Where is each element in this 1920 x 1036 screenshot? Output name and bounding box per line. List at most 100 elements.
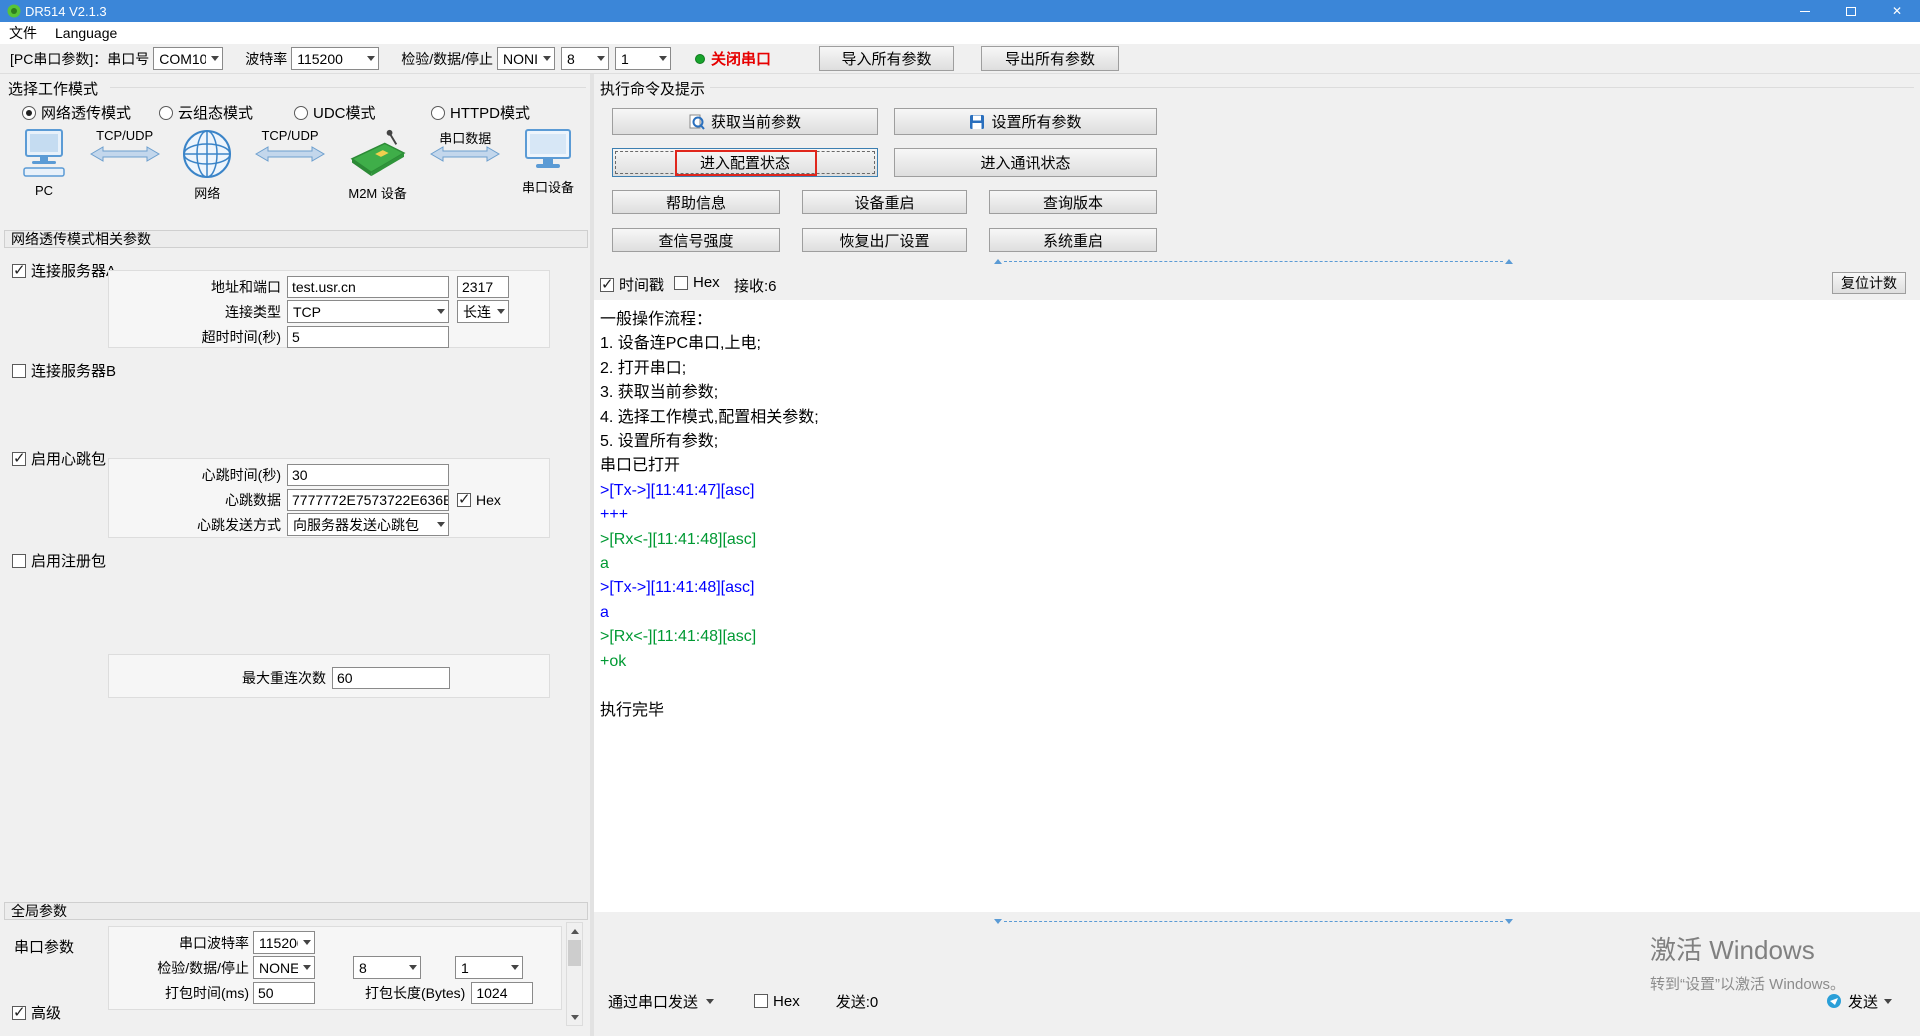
pack-time-label: 打包时间(ms) xyxy=(109,983,249,1003)
diagram-serial-device-node: 串口设备 xyxy=(522,128,574,196)
hb-time-input[interactable]: 30 xyxy=(287,464,449,486)
baud-label: 波特率 xyxy=(245,49,287,69)
global-stopbits-select[interactable]: 1 xyxy=(455,956,523,979)
log-line: +ok xyxy=(600,650,1914,674)
serial-device-label: 串口设备 xyxy=(522,177,574,196)
global-parity-select[interactable]: NONE xyxy=(253,956,315,979)
max-reconnect-label: 最大重连次数 xyxy=(109,668,326,688)
diagram-link3: 串口数据 xyxy=(430,128,500,162)
log-line: +++ xyxy=(600,503,1914,527)
pack-len-input[interactable]: 1024 xyxy=(471,982,533,1004)
log-line: 串口已打开 xyxy=(600,454,1914,478)
reset-count-button[interactable]: 复位计数 xyxy=(1832,272,1906,294)
radio-row-item: 网络透传模式 xyxy=(22,102,159,123)
baud-select[interactable]: 115200 xyxy=(291,47,379,70)
enter-comm-button[interactable]: 进入通讯状态 xyxy=(894,148,1157,177)
conn-type-label: 连接类型 xyxy=(109,302,281,322)
net-params-header[interactable]: 网络透传模式相关参数 xyxy=(4,230,588,248)
export-params-button[interactable]: 导出所有参数 xyxy=(981,46,1119,71)
tx-hex-checkbox[interactable] xyxy=(754,994,768,1008)
close-button[interactable]: ✕ xyxy=(1874,0,1920,22)
menu-file[interactable]: 文件 xyxy=(0,23,46,43)
right-panel: 执行命令及提示 获取当前参数 设置所有参数 进入配置状态 进入通讯状态 xyxy=(594,74,1920,1036)
radio-net-transparent[interactable] xyxy=(22,106,36,120)
log-line: >[Tx->][11:41:47][asc] xyxy=(600,479,1914,503)
timestamp-checkbox[interactable] xyxy=(600,278,614,292)
log-line: 4. 选择工作模式,配置相关参数; xyxy=(600,406,1914,430)
tx-count: 发送:0 xyxy=(836,991,879,1012)
log-collapse-splitter-bottom[interactable] xyxy=(992,916,1515,926)
hb-time-label: 心跳时间(秒) xyxy=(109,465,281,485)
send-via-select[interactable]: 通过串口发送 xyxy=(602,989,720,1014)
conn-mode-select[interactable]: 长连 xyxy=(457,300,509,323)
com-port-select[interactable]: COM10 xyxy=(153,47,223,70)
minimize-button[interactable] xyxy=(1782,0,1828,22)
server-a-checkbox[interactable] xyxy=(12,264,26,278)
hb-hex-label: Hex xyxy=(476,492,501,508)
dropdown-arrow-icon xyxy=(659,56,667,61)
link1-label: TCP/UDP xyxy=(96,128,153,146)
hb-hex-checkbox[interactable] xyxy=(457,493,471,507)
pack-time-input[interactable]: 50 xyxy=(253,982,315,1004)
frame-label: 检验/数据/停止 xyxy=(401,49,493,69)
menu-language[interactable]: Language xyxy=(46,25,126,41)
radio-httpd-mode[interactable] xyxy=(431,106,445,120)
global-databits-select[interactable]: 8 xyxy=(353,956,421,979)
rx-hex-checkbox[interactable] xyxy=(674,276,688,290)
stopbits-select[interactable]: 1 xyxy=(615,47,671,70)
close-serial-button[interactable]: 关闭串口 xyxy=(687,45,779,72)
max-reconnect-box: 最大重连次数 60 xyxy=(108,654,550,698)
pc-label: PC xyxy=(35,183,53,198)
scroll-up-icon[interactable] xyxy=(567,923,582,939)
factory-reset-button[interactable]: 恢复出厂设置 xyxy=(802,228,967,252)
import-params-button[interactable]: 导入所有参数 xyxy=(819,46,954,71)
global-params-header[interactable]: 全局参数 xyxy=(4,902,588,920)
group-divider xyxy=(110,87,586,88)
left-panel-scrollbar[interactable] xyxy=(566,922,583,1026)
server-b-checkbox[interactable] xyxy=(12,364,26,378)
diagram-link2: TCP/UDP xyxy=(255,128,325,162)
scroll-down-icon[interactable] xyxy=(567,1009,582,1025)
max-reconnect-input[interactable]: 60 xyxy=(332,667,450,689)
send-bar: 通过串口发送 Hex 发送:0 发送 xyxy=(594,984,1920,1018)
server-address-input[interactable]: test.usr.cn xyxy=(287,276,449,298)
parity-select[interactable]: NONI xyxy=(497,47,555,70)
log-line: 执行完毕 xyxy=(600,699,1914,723)
server-port-input[interactable]: 2317 xyxy=(457,276,509,298)
radio-udc-mode[interactable] xyxy=(294,106,308,120)
maximize-button[interactable] xyxy=(1828,0,1874,22)
tx-hex-row: Hex xyxy=(754,993,800,1010)
send-button[interactable]: 发送 xyxy=(1820,988,1898,1015)
left-panel: 选择工作模式 网络透传模式 云组态模式 UDC模式 HTTPD模式 xyxy=(4,74,590,1036)
m2m-label: M2M 设备 xyxy=(348,183,407,202)
collapse-arrow-icon xyxy=(1505,259,1513,264)
set-params-button[interactable]: 设置所有参数 xyxy=(894,108,1157,135)
hb-data-input[interactable]: 7777772E7573722E636E xyxy=(287,489,449,511)
diagram-m2m-node: M2M 设备 xyxy=(347,128,409,202)
databits-select[interactable]: 8 xyxy=(561,47,609,70)
receive-log-area[interactable]: 一般操作流程：1. 设备连PC串口,上电;2. 打开串口;3. 获取当前参数;4… xyxy=(594,300,1920,912)
enter-config-button[interactable]: 进入配置状态 xyxy=(612,148,878,177)
system-reboot-button[interactable]: 系统重启 xyxy=(989,228,1157,252)
global-baud-select[interactable]: 115200 xyxy=(253,931,315,954)
scrollbar-thumb[interactable] xyxy=(568,940,581,966)
query-version-button[interactable]: 查询版本 xyxy=(989,190,1157,214)
get-params-button[interactable]: 获取当前参数 xyxy=(612,108,878,135)
heartbeat-checkbox[interactable] xyxy=(12,452,26,466)
monitor-icon xyxy=(523,128,573,174)
serial-group-label: 串口参数 xyxy=(14,936,74,957)
help-button[interactable]: 帮助信息 xyxy=(612,190,780,214)
hb-mode-select[interactable]: 向服务器发送心跳包 xyxy=(287,513,449,536)
global-frame-label: 检验/数据/停止 xyxy=(109,958,249,978)
log-collapse-splitter-top[interactable] xyxy=(992,256,1515,266)
device-reboot-button[interactable]: 设备重启 xyxy=(802,190,967,214)
radio-cloud-mode[interactable] xyxy=(159,106,173,120)
advanced-checkbox[interactable] xyxy=(12,1006,26,1020)
group-divider xyxy=(710,87,1914,88)
query-signal-button[interactable]: 查信号强度 xyxy=(612,228,780,252)
register-checkbox[interactable] xyxy=(12,554,26,568)
conn-type-select[interactable]: TCP xyxy=(287,300,449,323)
timeout-input[interactable]: 5 xyxy=(287,326,449,348)
diagram-network-node: 网络 xyxy=(181,128,233,202)
timestamp-row: 时间戳 xyxy=(600,274,664,295)
